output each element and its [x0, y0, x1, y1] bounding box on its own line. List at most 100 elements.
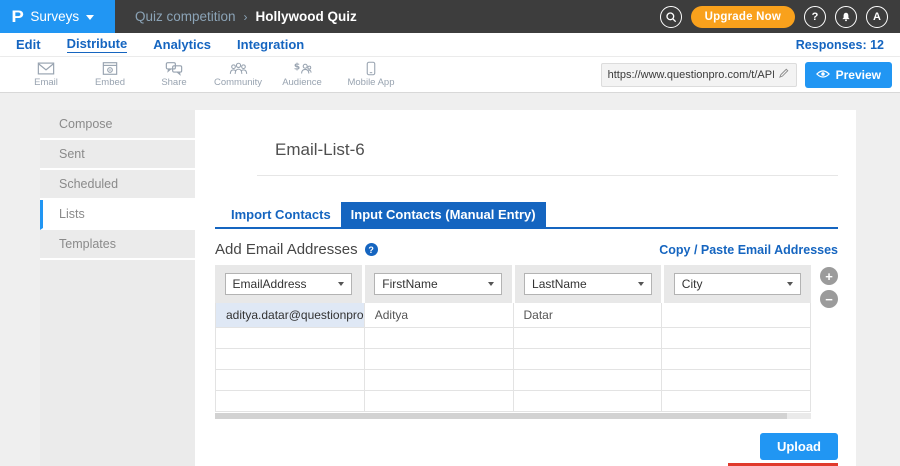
help-icon[interactable]: ? [365, 243, 378, 256]
sidebar-item-sent[interactable]: Sent [40, 140, 195, 170]
avatar[interactable]: A [866, 6, 888, 28]
channel-share[interactable]: Share [142, 61, 206, 88]
upload-area: Upload [215, 433, 838, 466]
cell-lastname[interactable] [514, 391, 663, 412]
cell-firstname[interactable] [365, 328, 514, 349]
topbar: P Surveys Quiz competition › Hollywood Q… [0, 0, 900, 33]
select-value: FirstName [382, 277, 437, 291]
channel-label: Mobile App [347, 77, 394, 88]
cell-city[interactable] [662, 303, 811, 328]
tab-integration[interactable]: Integration [237, 37, 304, 52]
notifications-bell-icon[interactable] [835, 6, 857, 28]
tab-input-contacts-manual[interactable]: Input Contacts (Manual Entry) [341, 202, 546, 227]
title-divider [257, 175, 838, 176]
contacts-tabs: Import Contacts Input Contacts (Manual E… [215, 202, 838, 229]
tab-import-contacts[interactable]: Import Contacts [221, 202, 341, 227]
cell-email[interactable] [216, 328, 365, 349]
cell-lastname[interactable] [514, 328, 663, 349]
tab-analytics[interactable]: Analytics [153, 37, 211, 52]
tab-distribute[interactable]: Distribute [67, 36, 128, 53]
table-row [216, 370, 811, 391]
survey-url-field[interactable]: https://www.questionpro.com/t/APNrFZ [601, 63, 797, 87]
upgrade-now-button[interactable]: Upgrade Now [691, 6, 795, 28]
mobile-phone-icon [366, 61, 376, 76]
audience-dollar-people-icon: $ [293, 61, 312, 76]
sidebar-item-lists[interactable]: Lists [40, 200, 195, 230]
copy-paste-emails-link[interactable]: Copy / Paste Email Addresses [659, 243, 838, 257]
column-select-firstname[interactable]: FirstName [374, 273, 502, 295]
cell-city[interactable] [662, 328, 811, 349]
preview-button[interactable]: Preview [805, 62, 892, 88]
cell-city[interactable] [662, 349, 811, 370]
product-menu-label: Surveys [30, 9, 79, 24]
cell-lastname[interactable]: Datar [514, 303, 663, 328]
cell-firstname[interactable]: Aditya [365, 303, 514, 328]
sidebar-item-compose[interactable]: Compose [40, 110, 195, 140]
contacts-table-header: EmailAddress FirstName [215, 265, 811, 303]
table-row [216, 328, 811, 349]
scrollbar-thumb[interactable] [215, 413, 787, 419]
cell-email[interactable]: aditya.datar@questionpro.com [216, 303, 365, 328]
sidebar-item-scheduled[interactable]: Scheduled [40, 170, 195, 200]
sidebar-item-templates[interactable]: Templates [40, 230, 195, 260]
cell-firstname[interactable] [365, 370, 514, 391]
breadcrumb-parent[interactable]: Quiz competition [135, 9, 236, 24]
cell-email[interactable] [216, 370, 365, 391]
search-icon[interactable] [660, 6, 682, 28]
tab-edit[interactable]: Edit [16, 37, 41, 52]
cell-lastname[interactable] [514, 349, 663, 370]
share-chat-icon [165, 61, 183, 76]
preview-label: Preview [836, 68, 881, 82]
svg-text:$: $ [293, 62, 299, 72]
email-sidebar: Compose Sent Scheduled Lists Templates [40, 110, 195, 466]
channel-label: Share [161, 77, 186, 88]
dropdown-arrow-icon [488, 282, 494, 286]
upload-button[interactable]: Upload [760, 433, 838, 460]
lists-panel: Email-List-6 Import Contacts Input Conta… [195, 110, 856, 466]
breadcrumb: Quiz competition › Hollywood Quiz [135, 9, 357, 24]
select-value: City [682, 277, 703, 291]
cell-city[interactable] [662, 370, 811, 391]
survey-url-text[interactable]: https://www.questionpro.com/t/APNrFZ [608, 69, 774, 81]
table-row [216, 349, 811, 370]
distribute-toolbar: Email Embed Share Community $ Audience [0, 57, 900, 93]
cell-city[interactable] [662, 391, 811, 412]
add-emails-header: Add Email Addresses ? Copy / Paste Email… [215, 241, 838, 258]
cell-email[interactable] [216, 349, 365, 370]
channel-email[interactable]: Email [14, 61, 78, 88]
topbar-actions: Upgrade Now ? A [660, 6, 900, 28]
column-select-city[interactable]: City [674, 273, 802, 295]
column-select-lastname[interactable]: LastName [524, 273, 652, 295]
header-cell: City [664, 265, 811, 303]
help-icon[interactable]: ? [804, 6, 826, 28]
channel-label: Embed [95, 77, 125, 88]
contacts-table-zone: EmailAddress FirstName [215, 265, 838, 419]
cell-lastname[interactable] [514, 370, 663, 391]
responses-count: Responses: 12 [796, 38, 884, 52]
table-row [216, 391, 811, 412]
select-value: EmailAddress [233, 277, 307, 291]
remove-row-button[interactable]: − [820, 290, 838, 308]
channel-embed[interactable]: Embed [78, 61, 142, 88]
product-menu[interactable]: P Surveys [0, 0, 115, 33]
add-row-button[interactable]: + [820, 267, 838, 285]
cell-firstname[interactable] [365, 391, 514, 412]
page-body: Compose Sent Scheduled Lists Templates E… [0, 93, 900, 466]
column-select-emailaddress[interactable]: EmailAddress [225, 273, 353, 295]
row-controls: + − [820, 265, 838, 419]
community-people-icon [229, 61, 248, 76]
contacts-table: EmailAddress FirstName [215, 265, 811, 419]
header-cell: FirstName [365, 265, 512, 303]
questionpro-logo-icon[interactable]: P [11, 8, 23, 25]
channel-mobile-app[interactable]: Mobile App [334, 61, 408, 88]
cell-email[interactable] [216, 391, 365, 412]
breadcrumb-current: Hollywood Quiz [256, 9, 357, 24]
edit-pencil-icon[interactable] [778, 66, 790, 84]
channel-audience[interactable]: $ Audience [270, 61, 334, 88]
email-icon [37, 61, 55, 76]
cell-firstname[interactable] [365, 349, 514, 370]
horizontal-scrollbar[interactable] [215, 413, 811, 419]
table-row: aditya.datar@questionpro.com Aditya Data… [216, 303, 811, 328]
header-cell: EmailAddress [215, 265, 362, 303]
channel-community[interactable]: Community [206, 61, 270, 88]
